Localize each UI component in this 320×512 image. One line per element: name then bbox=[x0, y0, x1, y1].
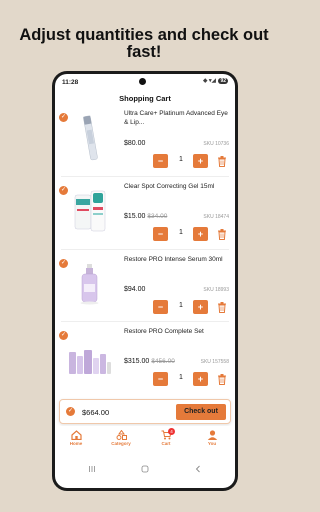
item-price-current: $80.00 bbox=[124, 140, 146, 147]
item-price: $15.00 $34.00 bbox=[124, 213, 167, 220]
decrease-quantity-button[interactable]: − bbox=[153, 300, 168, 314]
increase-quantity-button[interactable]: + bbox=[193, 154, 208, 168]
trash-icon[interactable] bbox=[217, 302, 227, 313]
home-icon bbox=[70, 430, 82, 440]
decrease-quantity-button[interactable]: − bbox=[153, 372, 168, 386]
checkout-bar: ✓ $664.00 Check out bbox=[59, 399, 231, 424]
item-price-current: $15.00 bbox=[124, 213, 146, 220]
user-icon bbox=[207, 430, 217, 440]
nav-label: Cart bbox=[161, 441, 171, 446]
cart-item: ✓ Restore PRO Intense Serum 30ml $94.00 … bbox=[55, 252, 235, 320]
item-name[interactable]: Ultra Care+ Platinum Advanced Eye & Lip.… bbox=[124, 110, 229, 127]
item-select-checkbox[interactable]: ✓ bbox=[59, 186, 68, 195]
decrease-quantity-button[interactable]: − bbox=[153, 227, 168, 241]
quantity-stepper: − 1 + bbox=[153, 154, 223, 168]
cart-item: ✓ Clear Spot Correcting Gel 15ml $15.00 $… bbox=[55, 179, 235, 247]
item-select-checkbox[interactable]: ✓ bbox=[59, 331, 68, 340]
system-nav-bar bbox=[55, 456, 235, 476]
camera-hole bbox=[139, 78, 146, 85]
nav-label: Home bbox=[69, 441, 83, 446]
signal-icon: ◆ ▾◢ bbox=[203, 78, 216, 84]
cart-total: $664.00 bbox=[82, 408, 110, 417]
quantity-value: 1 bbox=[179, 156, 183, 163]
increase-quantity-button[interactable]: + bbox=[193, 227, 208, 241]
item-price-current: $94.00 bbox=[124, 286, 146, 293]
increase-quantity-button[interactable]: + bbox=[193, 372, 208, 386]
product-image bbox=[68, 258, 112, 310]
item-sku: SKU 157558 bbox=[200, 359, 229, 365]
divider bbox=[61, 321, 229, 322]
phone-frame: 11:28 ◆ ▾◢ 92 Shopping Cart ✓ Ultra Care… bbox=[52, 71, 238, 491]
quantity-stepper: − 1 + bbox=[153, 227, 223, 241]
increase-quantity-button[interactable]: + bbox=[193, 300, 208, 314]
bottom-nav: Home Category 4 Cart You bbox=[55, 426, 235, 454]
nav-category[interactable]: Category bbox=[106, 430, 136, 446]
item-price: $94.00 bbox=[124, 286, 147, 293]
item-price-current: $315.00 bbox=[124, 358, 150, 365]
select-all-checkbox[interactable]: ✓ bbox=[66, 407, 75, 416]
trash-icon[interactable] bbox=[217, 229, 227, 240]
item-name[interactable]: Restore PRO Intense Serum 30ml bbox=[124, 256, 229, 265]
quantity-stepper: − 1 + bbox=[153, 300, 223, 314]
nav-label: You bbox=[207, 441, 217, 446]
quantity-value: 1 bbox=[179, 302, 183, 309]
nav-label: Category bbox=[111, 441, 131, 446]
app-screen: 11:28 ◆ ▾◢ 92 Shopping Cart ✓ Ultra Care… bbox=[55, 74, 235, 488]
product-image bbox=[68, 185, 112, 237]
trash-icon[interactable] bbox=[217, 374, 227, 385]
status-bar: 11:28 ◆ ▾◢ 92 bbox=[55, 74, 235, 88]
home-button-icon[interactable] bbox=[141, 460, 149, 478]
divider bbox=[61, 249, 229, 250]
checkout-button[interactable]: Check out bbox=[176, 404, 226, 420]
product-image bbox=[68, 112, 112, 164]
item-select-checkbox[interactable]: ✓ bbox=[59, 113, 68, 122]
page-title: Shopping Cart bbox=[119, 94, 171, 103]
quantity-value: 1 bbox=[179, 229, 183, 236]
decrease-quantity-button[interactable]: − bbox=[153, 154, 168, 168]
item-select-checkbox[interactable]: ✓ bbox=[59, 259, 68, 268]
back-icon[interactable] bbox=[194, 460, 202, 478]
quantity-stepper: − 1 + bbox=[153, 372, 223, 386]
trash-icon[interactable] bbox=[217, 156, 227, 167]
item-price: $80.00 bbox=[124, 140, 147, 147]
cart-item: ✓ Ultra Care+ Platinum Advanced Eye & Li… bbox=[55, 106, 235, 174]
recents-icon[interactable] bbox=[88, 460, 96, 478]
item-name[interactable]: Restore PRO Complete Set bbox=[124, 328, 229, 337]
item-price-old: $456.00 bbox=[151, 358, 175, 365]
promo-headline: Adjust quantities and check out fast! bbox=[19, 26, 269, 61]
item-price: $315.00 $456.00 bbox=[124, 358, 175, 365]
item-sku: SKU 18474 bbox=[203, 214, 229, 220]
item-price-old: $34.00 bbox=[147, 213, 168, 220]
cart-count-badge: 4 bbox=[168, 428, 175, 435]
battery-icon: 92 bbox=[218, 78, 228, 84]
product-image bbox=[68, 330, 112, 382]
category-icon bbox=[116, 430, 127, 440]
status-time: 11:28 bbox=[62, 79, 79, 86]
nav-home[interactable]: Home bbox=[61, 430, 91, 446]
nav-cart[interactable]: 4 Cart bbox=[151, 428, 181, 446]
divider bbox=[61, 176, 229, 177]
nav-you[interactable]: You bbox=[197, 430, 227, 446]
item-sku: SKU 10736 bbox=[203, 141, 229, 147]
cart-item: ✓ Restore PRO Complete Set $315.00 $456.0… bbox=[55, 324, 235, 392]
quantity-value: 1 bbox=[179, 374, 183, 381]
status-icons: ◆ ▾◢ 92 bbox=[203, 78, 228, 84]
item-sku: SKU 18993 bbox=[203, 287, 229, 293]
item-name[interactable]: Clear Spot Correcting Gel 15ml bbox=[124, 183, 229, 192]
